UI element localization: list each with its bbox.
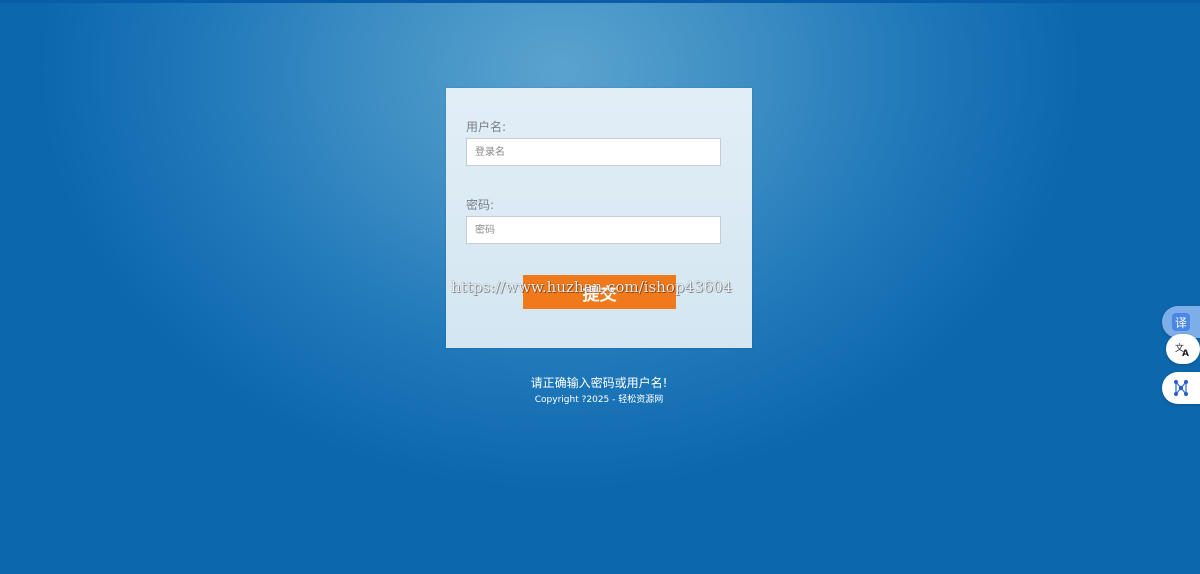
- password-label: 密码:: [466, 198, 495, 212]
- username-label: 用户名:: [466, 120, 507, 134]
- username-input[interactable]: [466, 138, 721, 166]
- ocr-translate-button[interactable]: 文 A: [1166, 334, 1200, 364]
- translate-icon: 译: [1172, 313, 1190, 331]
- error-message: 请正确输入密码或用户名!: [530, 376, 668, 390]
- submit-button[interactable]: 提交: [523, 275, 676, 309]
- login-panel: 用户名: 密码: 提交: [446, 88, 752, 348]
- top-bar: [0, 0, 1200, 3]
- svg-text:A: A: [1182, 349, 1189, 358]
- ai-assistant-button[interactable]: [1162, 372, 1200, 404]
- ocr-translate-icon: 文 A: [1175, 342, 1189, 358]
- ai-network-icon: [1174, 380, 1188, 396]
- copyright-text: Copyright ?2025 - 轻松资源网: [534, 395, 664, 405]
- password-input[interactable]: [466, 216, 721, 244]
